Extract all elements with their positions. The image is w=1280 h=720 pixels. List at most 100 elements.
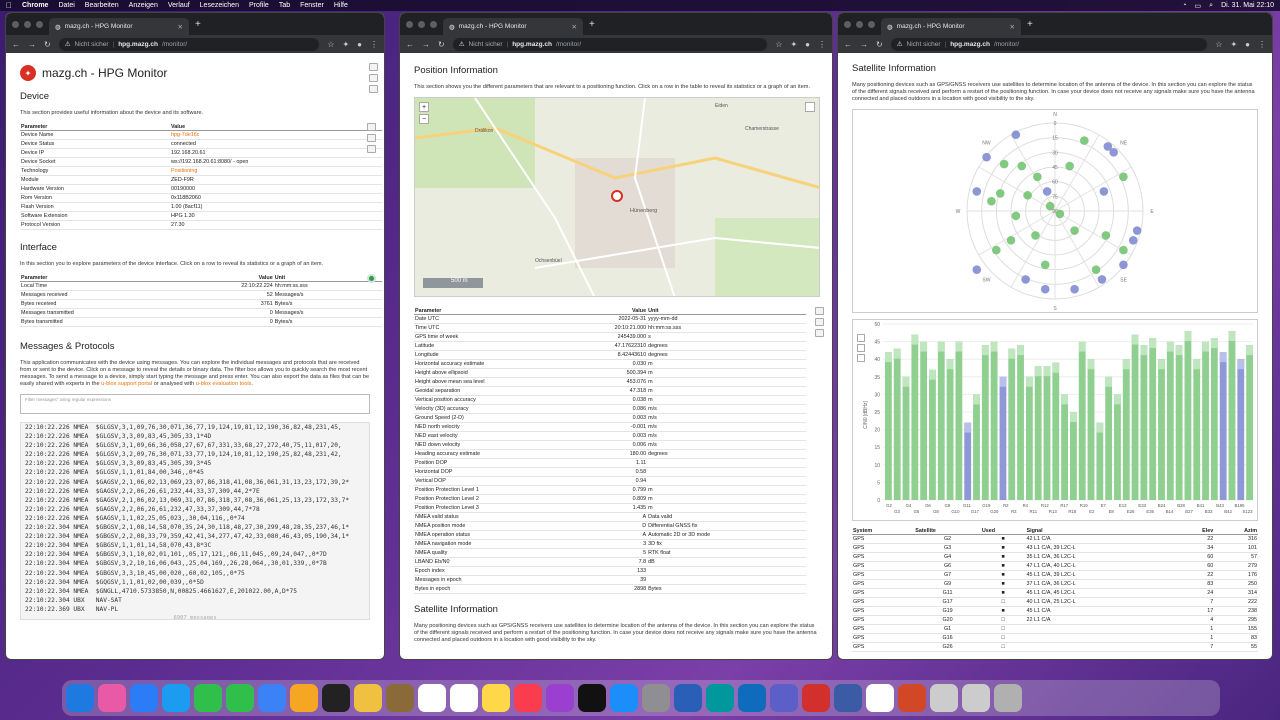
satellite-marker[interactable]	[1080, 136, 1089, 145]
satellite-marker[interactable]	[1119, 260, 1128, 270]
menu-item[interactable]: Profile	[249, 2, 269, 9]
back-icon[interactable]: ←	[844, 40, 852, 49]
dock-app-icon[interactable]	[482, 684, 510, 712]
message-filter-input[interactable]: Filter messages" using regular expressio…	[20, 394, 370, 414]
table-row[interactable]: NMEA valid status A Data valid	[414, 512, 806, 522]
table-row[interactable]: GPS G17 □ 40 L1 C/A, 25 L2C-L 7 222	[852, 597, 1258, 607]
dock-app-icon[interactable]	[386, 684, 414, 712]
dock-app-icon[interactable]	[994, 684, 1022, 712]
menu-item[interactable]: Tab	[279, 2, 290, 9]
signal-bar[interactable]	[1140, 345, 1148, 500]
table-row[interactable]: Epoch index 133	[414, 566, 806, 576]
satellite-marker[interactable]	[1101, 231, 1111, 240]
console-line[interactable]: 22:10:22.304 NMEA $GBGSV,3,2,10,16,06,04…	[25, 559, 365, 568]
table-row[interactable]: GPS G9 ■ 37 L1 C/A, 36 L2C-L 83 250	[852, 579, 1258, 589]
dock-app-icon[interactable]	[66, 684, 94, 712]
close-window-button[interactable]	[406, 20, 413, 28]
signal-bar[interactable]	[973, 394, 980, 500]
zoom-window-button[interactable]	[430, 20, 437, 28]
copy-icon[interactable]	[367, 123, 376, 131]
chart-icon[interactable]	[815, 329, 824, 337]
reload-icon[interactable]: ↻	[44, 40, 51, 49]
satellite-marker[interactable]	[1033, 172, 1042, 182]
dock-app-icon[interactable]	[834, 684, 862, 712]
table-row[interactable]: Vertical position accuracy 0.038 m	[414, 395, 806, 405]
reload-icon[interactable]: ↻	[438, 40, 445, 49]
menu-item[interactable]: Datei	[58, 2, 74, 9]
satellite-marker[interactable]	[1119, 245, 1128, 255]
console-line[interactable]: 22:10:22.304 UBX NAV-SAT	[25, 596, 365, 605]
signal-bar[interactable]	[1105, 376, 1113, 500]
table-row[interactable]: NED down velocity 0.006 m/s	[414, 440, 806, 450]
table-row[interactable]: Longitude 8.42443610 degrees	[414, 350, 806, 360]
signal-bar[interactable]	[981, 345, 989, 500]
dock-app-icon[interactable]	[642, 684, 670, 712]
menu-icon[interactable]: ⋮	[1258, 40, 1266, 49]
table-row[interactable]: Device Socket ws://192.168.20.61:8080/ - …	[20, 157, 382, 167]
signal-bar[interactable]	[1184, 331, 1192, 500]
back-icon[interactable]: ←	[12, 40, 20, 49]
table-row[interactable]: Date UTC 2022-05-31 yyyy-mm-dd	[414, 314, 806, 324]
new-tab-button[interactable]: +	[1027, 19, 1033, 30]
satellite-marker[interactable]	[1042, 187, 1052, 196]
signal-bar[interactable]	[1131, 334, 1139, 500]
copy-icon[interactable]	[815, 307, 824, 315]
table-row[interactable]: Bytes received 3761 Bytes/s	[20, 299, 382, 309]
forward-icon[interactable]: →	[860, 40, 868, 49]
search-icon[interactable]: ⌕	[1209, 2, 1213, 10]
menu-icon[interactable]: ⋮	[818, 40, 826, 49]
dock-app-icon[interactable]	[130, 684, 158, 712]
signal-bar[interactable]	[1087, 359, 1095, 500]
dock-app-icon[interactable]	[866, 684, 894, 712]
table-row[interactable]: Position DOP 1.11	[414, 458, 806, 468]
console-line[interactable]: 22:10:22.304 NMEA $GBGSV,3,3,10,45,00,02…	[25, 569, 365, 578]
menu-item[interactable]: Bearbeiten	[85, 2, 119, 9]
signal-bar[interactable]	[920, 341, 928, 500]
satellite-marker[interactable]	[1119, 172, 1128, 182]
table-row[interactable]: GPS G1 □ 1 155	[852, 624, 1258, 634]
console-line[interactable]: 22:10:22.226 NMEA $GLGSV,3,2,09,76,30,07…	[25, 450, 365, 459]
legend-tracked-icon[interactable]	[857, 354, 865, 362]
address-bar[interactable]: ⚠ Nicht sicher | hpg.mazg.ch/monitor/	[452, 37, 768, 51]
table-row[interactable]: Protocol Version 27.30	[20, 220, 382, 230]
table-row[interactable]: Flash Version 1.00 (8acf11)	[20, 202, 382, 212]
dock-app-icon[interactable]	[802, 684, 830, 712]
table-row[interactable]: Horizontal accuracy estimate 0.030 m	[414, 359, 806, 369]
satellite-marker[interactable]	[972, 265, 982, 274]
satellite-marker[interactable]	[992, 245, 1001, 255]
satellite-marker[interactable]	[1055, 209, 1065, 219]
satellite-marker[interactable]	[1091, 265, 1101, 274]
signal-bar[interactable]	[955, 341, 963, 500]
dock-app-icon[interactable]	[514, 684, 542, 712]
signal-bar[interactable]	[1034, 366, 1042, 500]
signal-bar[interactable]	[1025, 376, 1033, 500]
dock-app-icon[interactable]	[418, 684, 446, 712]
table-row[interactable]: GPS G19 ■ 45 L1 C/A 17 238	[852, 606, 1258, 616]
table-row[interactable]: Device IP 192.168.20.61	[20, 148, 382, 158]
satellite-marker[interactable]	[1097, 275, 1107, 284]
satellite-marker[interactable]	[1011, 130, 1021, 140]
console-line[interactable]: 22:10:22.226 NMEA $GAGSV,2,1,06,02,13,06…	[25, 496, 365, 505]
table-row[interactable]: Messages in epoch 39	[414, 575, 806, 585]
dock-app-icon[interactable]	[674, 684, 702, 712]
signal-bar[interactable]	[937, 341, 945, 500]
table-row[interactable]: Bytes transmitted 0 Bytes/s	[20, 317, 382, 327]
signal-bar[interactable]	[1122, 359, 1130, 500]
signal-bar[interactable]	[1219, 352, 1227, 500]
table-row[interactable]: GPS G20 □ 22 L1 C/A 4 295	[852, 615, 1258, 625]
close-tab-icon[interactable]: ✕	[178, 23, 183, 31]
extensions-icon[interactable]: ✦	[790, 40, 797, 49]
satellite-marker[interactable]	[1040, 260, 1050, 270]
table-row[interactable]: GPS G26 □ 7 55	[852, 642, 1258, 652]
message-console[interactable]: 22:10:22.226 NMEA $GLGSV,3,1,09,76,30,07…	[20, 422, 370, 620]
signal-bar[interactable]	[946, 359, 954, 500]
reload-icon[interactable]: ↻	[876, 40, 883, 49]
settings-icon[interactable]	[369, 85, 378, 93]
minimize-window-button[interactable]	[856, 20, 863, 28]
signal-bar[interactable]	[1166, 341, 1174, 500]
close-tab-icon[interactable]: ✕	[1010, 23, 1015, 31]
table-row[interactable]: Device Name hpg-7de16c	[20, 130, 382, 140]
dock-app-icon[interactable]	[258, 684, 286, 712]
signal-bar[interactable]	[1228, 331, 1236, 500]
signal-chart[interactable]: 0 5 10 15 20 25 30 35 40 45 50 C/N0 [dBHz] G2 G4 G6 G9 G…	[852, 319, 1258, 521]
